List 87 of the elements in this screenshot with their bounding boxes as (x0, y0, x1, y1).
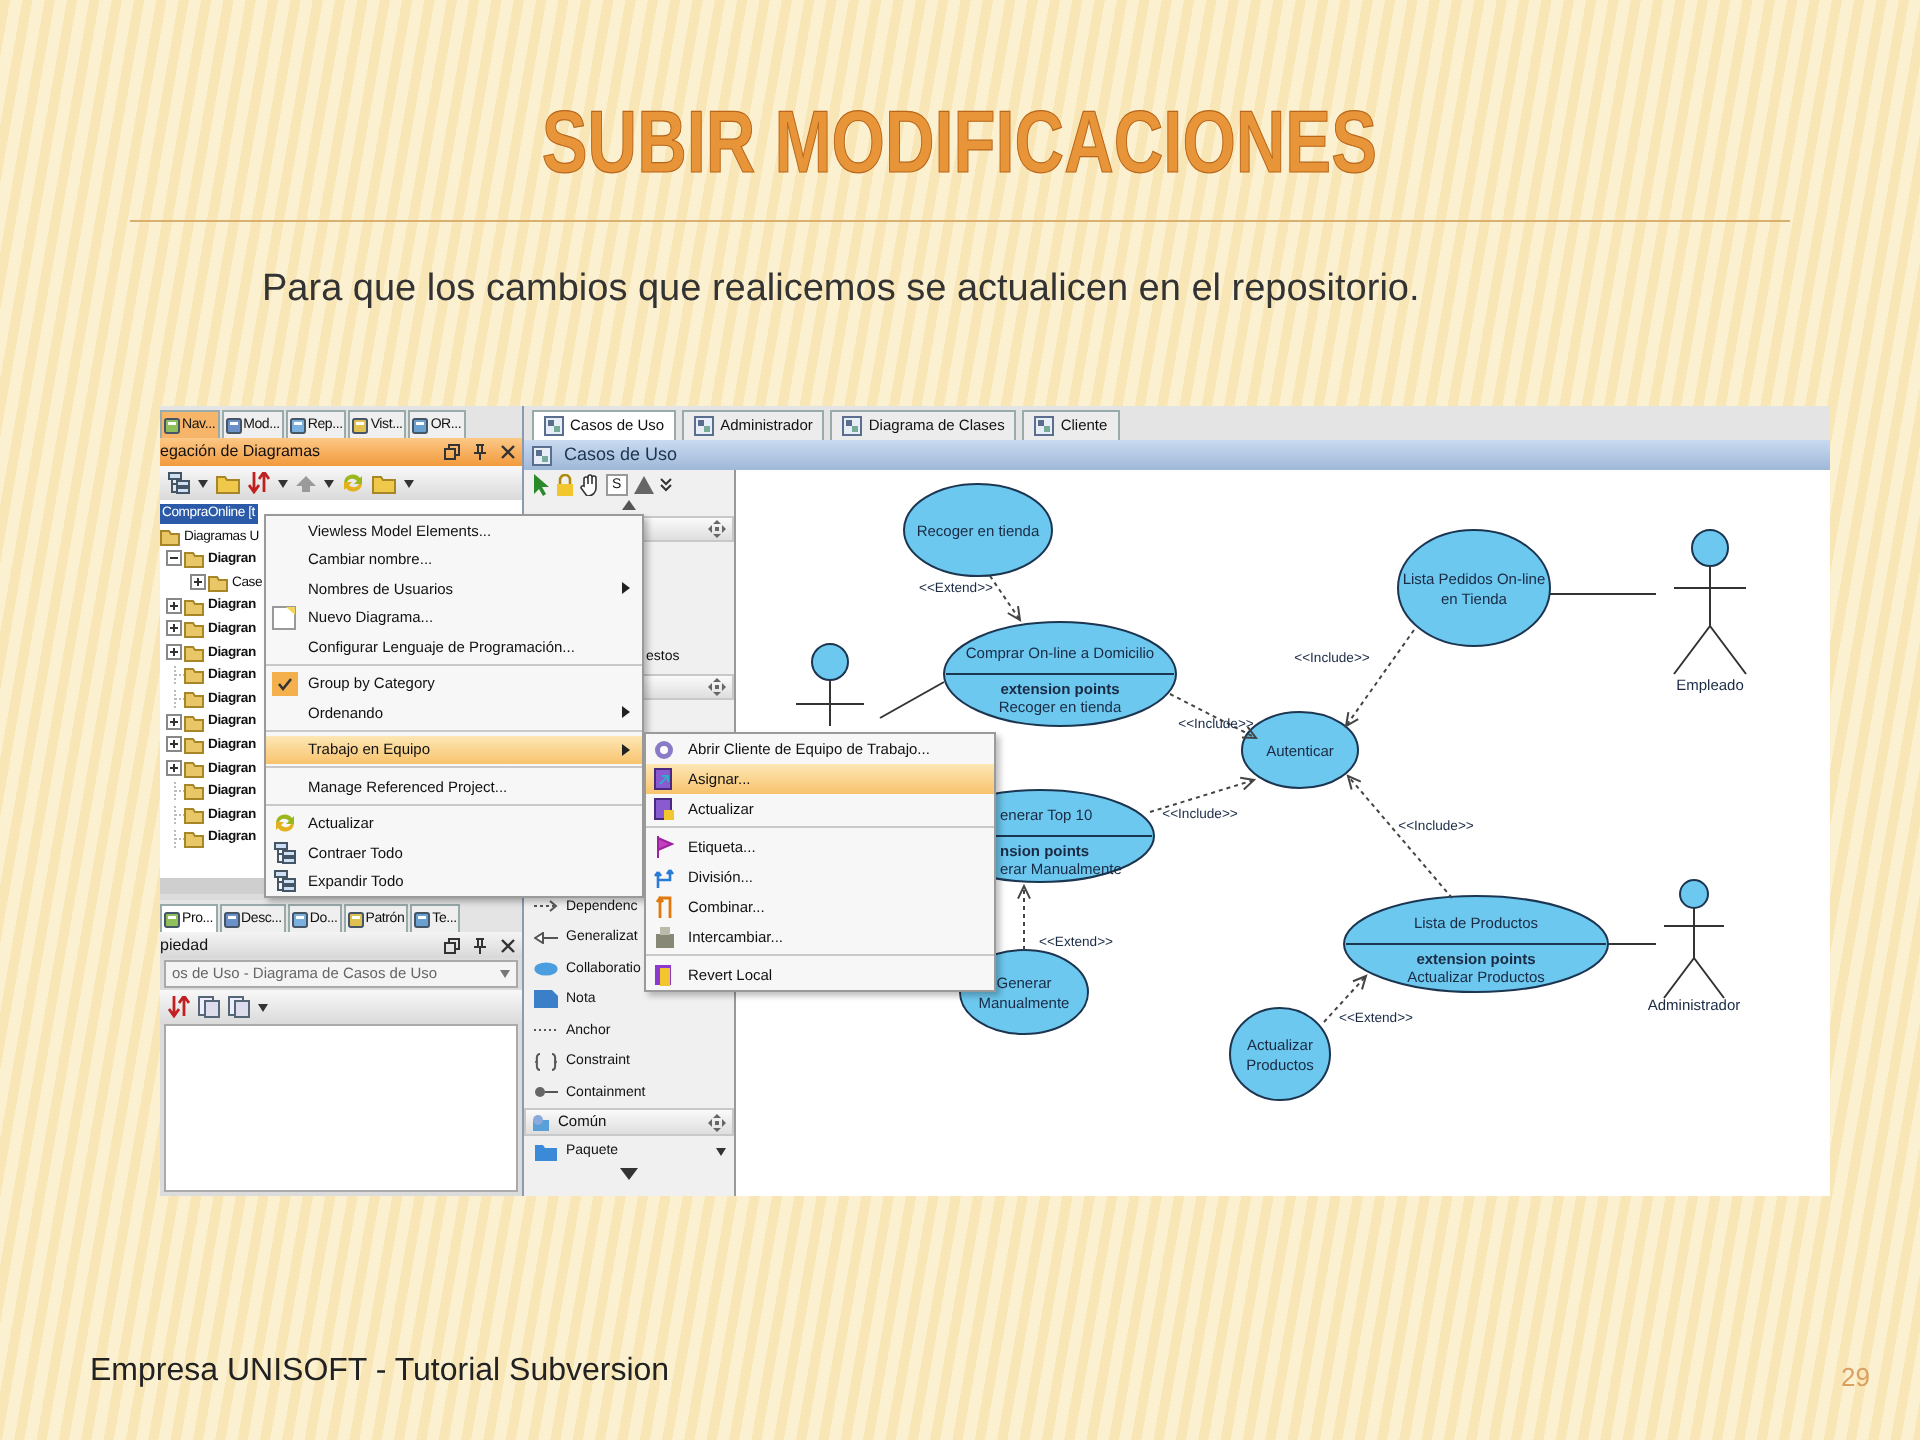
association-line (1607, 943, 1657, 945)
page-number: 29 (1841, 1364, 1870, 1392)
panel-icon (347, 911, 364, 927)
page-icon (272, 605, 296, 630)
panel-icon (223, 911, 240, 927)
tree-icon[interactable] (168, 472, 190, 494)
expand-icon[interactable] (166, 713, 184, 732)
tree-icon (273, 870, 295, 893)
section-icon (532, 1113, 552, 1131)
caret-icon[interactable] (278, 479, 288, 487)
braces-icon (534, 1051, 558, 1072)
flag-icon (655, 836, 673, 858)
document-icon[interactable] (228, 996, 250, 1018)
diagram-icon (544, 416, 564, 436)
actor-figure (795, 643, 865, 727)
subtitle: Para que los cambios que realicemos se actualicen en el repositorio. (262, 268, 1420, 312)
footer-text: Empresa UNISOFT - Tutorial Subversion (90, 1352, 670, 1392)
restore-icon (444, 444, 460, 460)
panel-icon (291, 911, 308, 927)
cursor-icon[interactable] (532, 474, 550, 496)
caret-icon[interactable] (258, 1003, 268, 1011)
generalization-icon (534, 931, 558, 944)
branch-icon (654, 866, 674, 888)
diagram-icon (842, 416, 863, 436)
panel-title: egación de Diagramas (160, 444, 321, 460)
stack-icon (653, 926, 675, 948)
move-icon (708, 520, 726, 538)
merge-icon (655, 896, 673, 918)
folder-icon[interactable] (372, 473, 396, 493)
tree-icon (273, 841, 295, 864)
panel-icon (164, 911, 180, 927)
document-icon[interactable] (198, 996, 220, 1018)
move-icon (708, 677, 726, 695)
package-icon (534, 1141, 558, 1162)
move-icon (708, 1113, 726, 1131)
note-icon (534, 990, 558, 1009)
triangle-icon[interactable] (633, 476, 654, 494)
folder-icon[interactable] (216, 473, 240, 493)
circle-icon (654, 739, 674, 759)
chevron-icon[interactable] (659, 478, 672, 492)
document-icon (654, 798, 674, 820)
slide-title: SUBIR MODIFICACIONES (542, 94, 1378, 194)
panel-icon (289, 417, 306, 433)
diagram-title: Casos de Uso (564, 446, 678, 464)
panel-icon (414, 911, 431, 927)
expand-icon[interactable] (166, 759, 184, 778)
diagram-icon (1034, 416, 1055, 436)
caret-icon[interactable] (716, 1147, 726, 1156)
expand-icon[interactable] (166, 736, 184, 755)
caret-icon[interactable] (198, 479, 208, 487)
actor-figure (1663, 879, 1725, 999)
expand-icon[interactable] (166, 620, 184, 639)
expand-icon[interactable] (166, 597, 184, 616)
pin-icon (472, 937, 488, 953)
dependency-arrow (1169, 693, 1259, 740)
association-line (879, 681, 945, 719)
caret-icon[interactable] (404, 479, 414, 487)
panel-icon (352, 417, 369, 433)
dropdown-arrow-icon (500, 970, 510, 978)
diagram-icon (532, 445, 552, 465)
document-icon (654, 768, 674, 790)
close-icon (500, 937, 516, 953)
sort-icon[interactable] (168, 996, 190, 1018)
dotted-line-icon (534, 1026, 558, 1035)
use-case-ellipse (1229, 1007, 1331, 1101)
association-line (1549, 593, 1657, 595)
expand-icon[interactable] (190, 574, 208, 593)
collapse-icon[interactable] (166, 550, 184, 569)
diagram-icon (694, 416, 715, 436)
expand-icon[interactable] (166, 643, 184, 662)
scroll-up-icon[interactable] (622, 500, 636, 510)
pin-icon (472, 444, 488, 460)
containment-icon (534, 1086, 558, 1099)
sort-icon[interactable] (248, 472, 270, 494)
scroll-down-icon[interactable] (620, 1167, 638, 1179)
panel-title: piedad (160, 937, 209, 953)
caret-icon[interactable] (324, 479, 334, 487)
restore-icon (444, 937, 460, 953)
ellipse-icon (534, 961, 558, 976)
dependency-arrow (1017, 883, 1031, 951)
dashed-arrow-icon (534, 900, 558, 913)
panel-icon (164, 417, 180, 433)
close-icon (500, 444, 516, 460)
dependency-arrow (989, 575, 1022, 622)
hand-icon[interactable] (580, 474, 600, 496)
panel-icon (412, 417, 429, 433)
panel-icon (225, 417, 242, 433)
